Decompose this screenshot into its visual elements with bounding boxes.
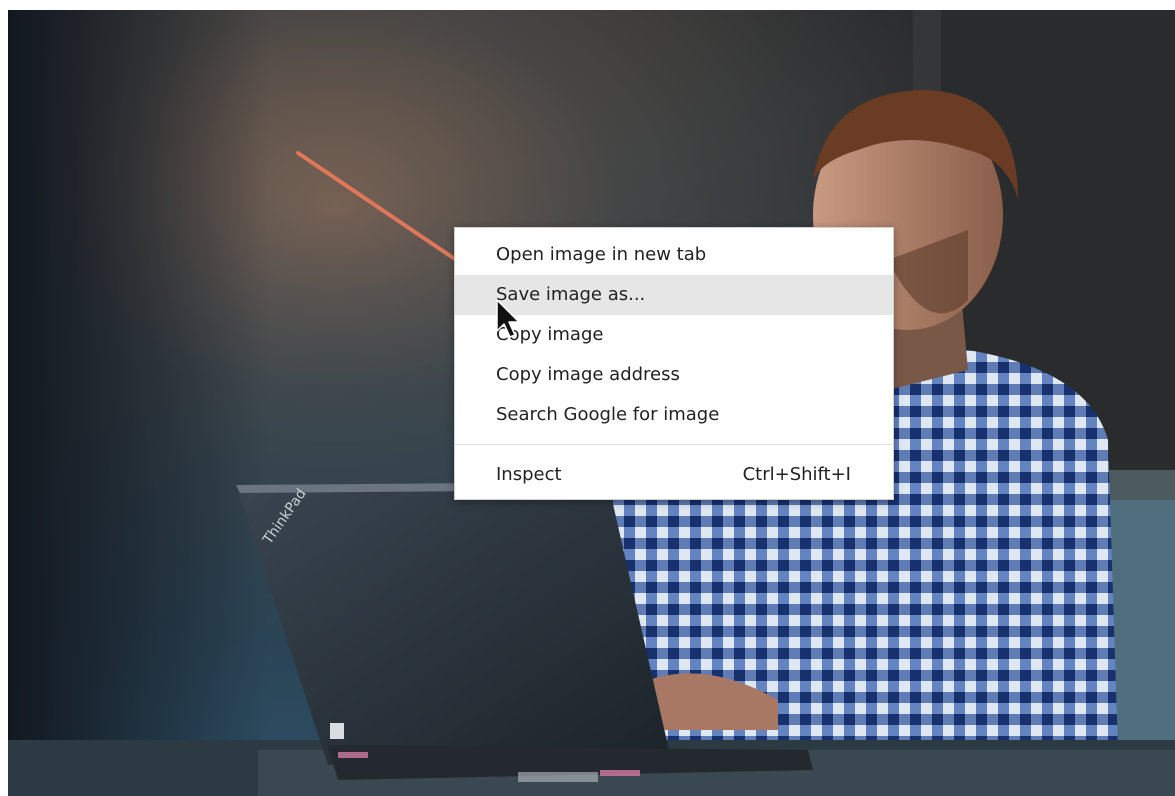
menu-item-inspect[interactable]: Inspect Ctrl+Shift+I (455, 455, 893, 495)
menu-item-label: Open image in new tab (496, 244, 707, 265)
menu-item-open-image-new-tab[interactable]: Open image in new tab (455, 235, 893, 275)
menu-item-label: Copy image (496, 324, 604, 345)
menu-item-label: Inspect (496, 464, 562, 485)
context-menu: Open image in new tab Save image as... C… (454, 227, 894, 500)
menu-item-search-google-for-image[interactable]: Search Google for image (455, 395, 893, 435)
menu-item-shortcut: Ctrl+Shift+I (742, 464, 851, 485)
menu-item-label: Search Google for image (496, 404, 720, 425)
menu-item-label: Copy image address (496, 364, 680, 385)
menu-item-save-image-as[interactable]: Save image as... (455, 275, 893, 315)
menu-item-copy-image-address[interactable]: Copy image address (455, 355, 893, 395)
menu-item-label: Save image as... (496, 284, 646, 305)
menu-separator (455, 444, 893, 445)
menu-item-copy-image[interactable]: Copy image (455, 315, 893, 355)
